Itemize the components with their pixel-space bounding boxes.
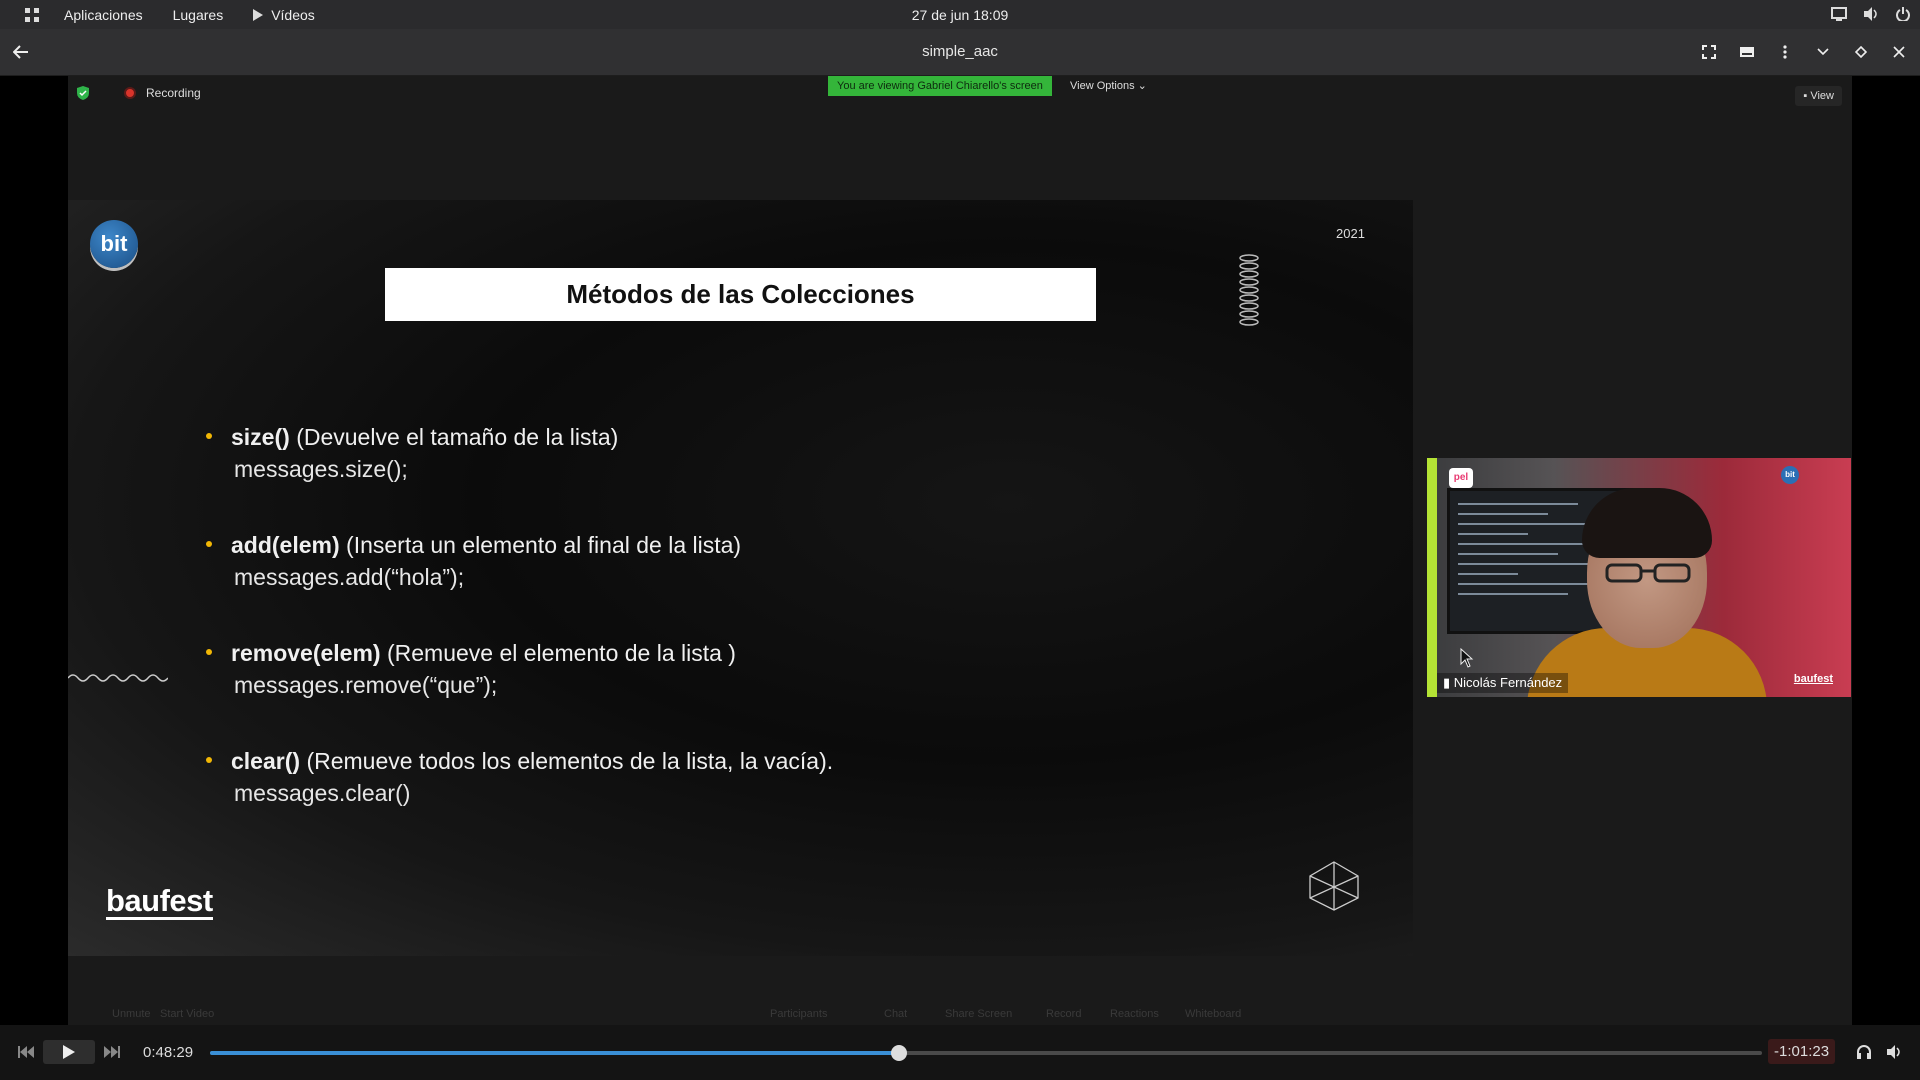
toolbar-item: Record bbox=[1046, 1008, 1082, 1020]
signal-bars-icon: ▮ bbox=[1443, 675, 1454, 690]
fullscreen-icon[interactable] bbox=[1696, 39, 1722, 65]
subtitles-icon[interactable] bbox=[1734, 39, 1760, 65]
speaker-name-tag: ▮ Nicolás Fernández bbox=[1437, 673, 1569, 693]
elapsed-time: 0:48:29 bbox=[143, 1044, 194, 1061]
active-speaker-indicator bbox=[1427, 458, 1437, 697]
slide-title: Métodos de las Colecciones bbox=[385, 268, 1096, 321]
video-area[interactable]: Recording You are viewing Gabriel Chiare… bbox=[0, 76, 1920, 1025]
view-options-label: View Options bbox=[1070, 80, 1135, 92]
recording-indicator: Recording bbox=[76, 86, 201, 100]
methods-list: size() (Devuelve el tamaño de la lista) … bbox=[203, 422, 833, 854]
zoom-toolbar-faded: Unmute Start Video Participants Chat Sha… bbox=[68, 1000, 1920, 1025]
screen-icon bbox=[1830, 5, 1848, 23]
seek-bar[interactable] bbox=[210, 1045, 1762, 1061]
window-titlebar: simple_aac bbox=[0, 29, 1920, 76]
toolbar-item: Start Video bbox=[160, 1008, 215, 1020]
presentation-slide: bit 2021 Métodos de las Colecciones size… bbox=[68, 200, 1413, 956]
chevron-down-icon: ⌄ bbox=[1137, 80, 1147, 92]
player-controls: 0:48:29 -1:01:23 bbox=[0, 1025, 1920, 1080]
baufest-logo: baufest bbox=[106, 883, 213, 920]
maximize-icon[interactable] bbox=[1848, 39, 1874, 65]
audio-track-icon[interactable] bbox=[1852, 1041, 1876, 1063]
method-name: remove(elem) bbox=[231, 640, 381, 666]
coil-decoration-icon bbox=[1239, 254, 1259, 326]
power-icon bbox=[1894, 5, 1912, 23]
method-code: messages.remove(“que”); bbox=[234, 672, 498, 698]
method-item: add(elem) (Inserta un elemento al final … bbox=[203, 530, 833, 594]
wave-decoration-icon bbox=[68, 674, 168, 682]
speaker-hair bbox=[1582, 488, 1712, 558]
method-code: messages.add(“hola”); bbox=[234, 564, 465, 590]
places-menu[interactable]: Lugares bbox=[173, 7, 224, 23]
apps-grid-icon[interactable] bbox=[0, 0, 64, 29]
window-title: simple_aac bbox=[922, 43, 998, 60]
method-name: size() bbox=[231, 424, 290, 450]
pel-logo: pel bbox=[1449, 468, 1473, 488]
skip-back-icon[interactable] bbox=[14, 1041, 38, 1063]
system-tray[interactable] bbox=[1830, 5, 1912, 23]
record-dot-icon bbox=[124, 87, 136, 99]
seek-handle[interactable] bbox=[891, 1045, 908, 1061]
play-button[interactable] bbox=[43, 1040, 95, 1064]
volume-icon bbox=[1862, 5, 1880, 23]
close-icon[interactable] bbox=[1886, 39, 1912, 65]
speaker-name: Nicolás Fernández bbox=[1453, 675, 1563, 690]
toolbar-item: Share Screen bbox=[945, 1008, 1013, 1020]
applications-menu[interactable]: Aplicaciones bbox=[64, 7, 143, 23]
toolbar-item: Whiteboard bbox=[1185, 1008, 1242, 1020]
videos-menu-label: Vídeos bbox=[271, 6, 315, 23]
baufest-mini-logo: baufest bbox=[1793, 673, 1833, 685]
method-item: remove(elem) (Remueve el elemento de la … bbox=[203, 638, 833, 702]
zoom-meeting-frame: Recording You are viewing Gabriel Chiare… bbox=[68, 76, 1852, 1025]
view-label: View bbox=[1810, 90, 1834, 102]
play-icon bbox=[63, 1045, 75, 1059]
method-desc: (Inserta un elemento al final de la list… bbox=[346, 532, 742, 558]
method-code: messages.size(); bbox=[234, 456, 408, 482]
recording-label: Recording bbox=[146, 86, 201, 100]
view-options-button[interactable]: View Options ⌄ bbox=[1070, 76, 1147, 96]
videos-menu[interactable]: Vídeos bbox=[253, 7, 315, 23]
remaining-time[interactable]: -1:01:23 bbox=[1768, 1039, 1836, 1064]
toolbar-item: Unmute bbox=[112, 1008, 151, 1020]
top-bar: Aplicaciones Lugares Vídeos 27 de jun 18… bbox=[0, 0, 1920, 29]
seek-bar-fill bbox=[210, 1051, 900, 1055]
method-item: size() (Devuelve el tamaño de la lista) … bbox=[203, 422, 833, 486]
slide-year: 2021 bbox=[1336, 226, 1365, 241]
view-button[interactable]: ▪ View bbox=[1795, 86, 1842, 106]
play-icon bbox=[253, 8, 264, 21]
glasses-icon bbox=[1605, 563, 1691, 583]
menu-kebab-icon[interactable] bbox=[1772, 39, 1798, 65]
method-desc: (Remueve el elemento de la lista ) bbox=[386, 640, 736, 666]
viewing-notice: You are viewing Gabriel Chiarello's scre… bbox=[828, 76, 1052, 96]
speaker-video-tile[interactable]: pel bit baufest ▮ Nicolás Fernández bbox=[1427, 458, 1851, 697]
toolbar-item: Reactions bbox=[1110, 1008, 1159, 1020]
volume-icon[interactable] bbox=[1882, 1041, 1906, 1063]
method-desc: (Remueve todos los elementos de la lista… bbox=[306, 748, 834, 774]
skip-forward-icon[interactable] bbox=[100, 1041, 124, 1063]
method-code: messages.clear() bbox=[234, 780, 411, 806]
method-item: clear() (Remueve todos los elementos de … bbox=[203, 746, 833, 810]
shield-icon bbox=[77, 86, 89, 100]
bit-logo: bit bbox=[90, 220, 138, 268]
method-desc: (Devuelve el tamaño de la lista) bbox=[296, 424, 619, 450]
cube-decoration-icon bbox=[1309, 861, 1359, 911]
bit-mini-logo: bit bbox=[1781, 466, 1799, 484]
method-name: add(elem) bbox=[231, 532, 340, 558]
toolbar-item: Participants bbox=[770, 1008, 828, 1020]
mouse-cursor-icon bbox=[1460, 648, 1474, 668]
method-name: clear() bbox=[231, 748, 301, 774]
minimize-icon[interactable] bbox=[1810, 39, 1836, 65]
toolbar-item: Chat bbox=[884, 1008, 908, 1020]
